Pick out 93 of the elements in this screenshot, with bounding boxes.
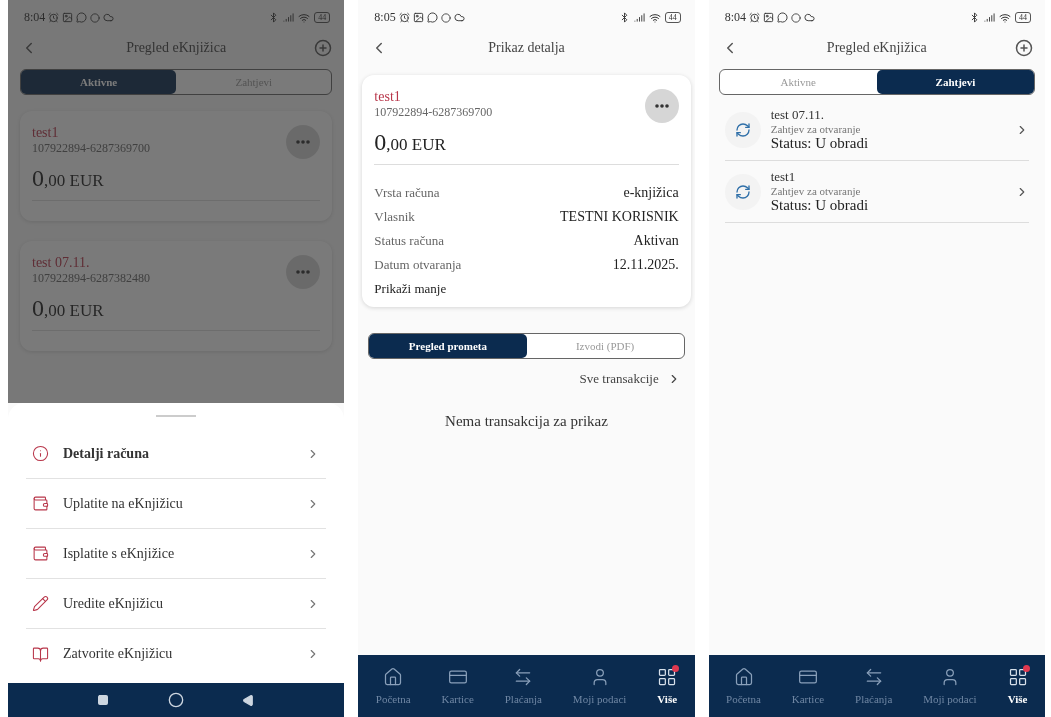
sheet-handle[interactable] (156, 415, 197, 417)
nav-item[interactable]: Plaćanja (502, 667, 544, 705)
detail-value: TESTNI KORISNIK (560, 209, 679, 225)
grid-icon (1007, 667, 1028, 687)
pencil-icon (32, 595, 49, 612)
account-name: test1 (32, 125, 60, 141)
account-number: 107922894-6287369700 (32, 141, 150, 156)
request-type: Zahtjev za otvaranje (770, 185, 862, 197)
menu-item[interactable]: Uredite eKnjižicu (26, 579, 327, 629)
menu-item[interactable]: Zatvorite eKnjižicu (26, 629, 327, 679)
wallet-icon (32, 495, 49, 512)
account-name: test1 (374, 89, 402, 105)
wifi-icon (999, 11, 1011, 24)
screen-title: Pregled eKnjižica (826, 40, 927, 56)
circle-icon (791, 12, 801, 23)
more-button[interactable] (644, 89, 679, 123)
ellipsis-icon (296, 140, 311, 144)
info-icon (32, 445, 49, 462)
battery-icon: 44 (1015, 12, 1031, 23)
request-status: Status: U obradi (770, 197, 870, 214)
home-circle-icon[interactable] (167, 692, 184, 708)
screen-title: Pregled eKnjižica (126, 40, 227, 56)
show-less-link[interactable]: Prikaži manje (374, 277, 447, 297)
chat-icon (777, 12, 788, 23)
signal-icon (633, 12, 645, 23)
chat-icon (76, 12, 88, 23)
tab[interactable]: Zahtjevi (876, 70, 1034, 94)
cloud-icon (453, 12, 465, 23)
account-name: test 07.11. (32, 255, 91, 271)
signal-icon (283, 12, 295, 23)
bluetooth-icon (969, 12, 980, 23)
nav-item[interactable]: Moji podaci (570, 667, 629, 705)
menu-item[interactable]: Detalji računa (26, 429, 327, 479)
status-time: 8:04 (724, 10, 746, 25)
battery-icon: 44 (664, 12, 681, 23)
detail-value: 12.11.2025. (612, 257, 679, 273)
detail-label: Vlasnik (374, 209, 415, 225)
alarm-icon (398, 12, 410, 23)
picture-icon (62, 12, 74, 23)
account-number: 107922894-6287369700 (374, 105, 493, 120)
nav-item[interactable]: Moji podaci (921, 667, 979, 705)
account-balance: 0,00 EUR (32, 295, 321, 331)
cloud-icon (103, 12, 115, 23)
wifi-icon (648, 11, 661, 24)
alarm-icon (48, 12, 60, 23)
detail-label: Status računa (374, 233, 444, 249)
cloud-icon (804, 12, 815, 23)
request-status: Status: U obradi (770, 135, 870, 152)
tab[interactable]: Pregled prometa (369, 334, 527, 358)
nav-item[interactable]: Plaćanja (853, 667, 895, 705)
nav-item[interactable]: Više (655, 667, 680, 705)
nav-item[interactable]: Početna (373, 667, 413, 705)
nav-item[interactable]: Početna (724, 667, 763, 705)
circle-icon (440, 12, 451, 23)
chat-icon (426, 12, 438, 23)
request-name: test 07.11. (770, 107, 825, 123)
detail-value: e-knjižica (623, 185, 679, 201)
recents-icon[interactable] (97, 694, 110, 706)
signal-icon (984, 12, 995, 23)
ellipsis-icon (654, 104, 669, 108)
detail-value: Aktivan (633, 233, 679, 249)
menu-item[interactable]: Uplatite na eKnjižicu (26, 479, 327, 529)
circle-icon (90, 12, 101, 23)
all-transactions-link[interactable]: Sve transakcije (579, 371, 681, 387)
nav-item[interactable]: Kartice (439, 667, 476, 705)
empty-message: Nema transakcija za prikaz (444, 413, 609, 430)
home-icon (383, 667, 404, 687)
ellipsis-icon (296, 270, 311, 274)
screen-title: Prikaz detalja (488, 40, 565, 56)
picture-icon (763, 12, 774, 23)
request-type: Zahtjev za otvaranje (770, 123, 862, 135)
add-icon[interactable] (1014, 39, 1033, 57)
home-icon (733, 667, 754, 687)
nav-item[interactable]: Više (1005, 667, 1030, 705)
request-row[interactable]: test 07.11. Zahtjev za otvaranje Status: U obradi (724, 99, 1029, 161)
nav-item[interactable]: Kartice (789, 667, 827, 705)
picture-icon (412, 12, 424, 23)
request-name: test1 (770, 169, 797, 185)
back-triangle-icon[interactable] (242, 693, 256, 707)
account-balance: 0,00 EUR (374, 129, 679, 165)
detail-label: Vrsta računa (374, 185, 440, 201)
wifi-icon (298, 11, 311, 24)
account-number: 107922894-6287382480 (32, 271, 150, 286)
grid-icon (657, 667, 678, 687)
status-time: 8:04 (24, 10, 46, 25)
alarm-icon (749, 12, 760, 23)
status-time: 8:05 (374, 10, 396, 25)
detail-label: Datum otvaranja (374, 257, 462, 273)
account-balance: 0,00 EUR (32, 165, 321, 201)
wallet-icon (32, 545, 49, 562)
request-row[interactable]: test1 Zahtjev za otvaranje Status: U obradi (724, 161, 1029, 223)
book-icon (32, 645, 49, 663)
menu-item[interactable]: Isplatite s eKnjižice (26, 529, 327, 579)
